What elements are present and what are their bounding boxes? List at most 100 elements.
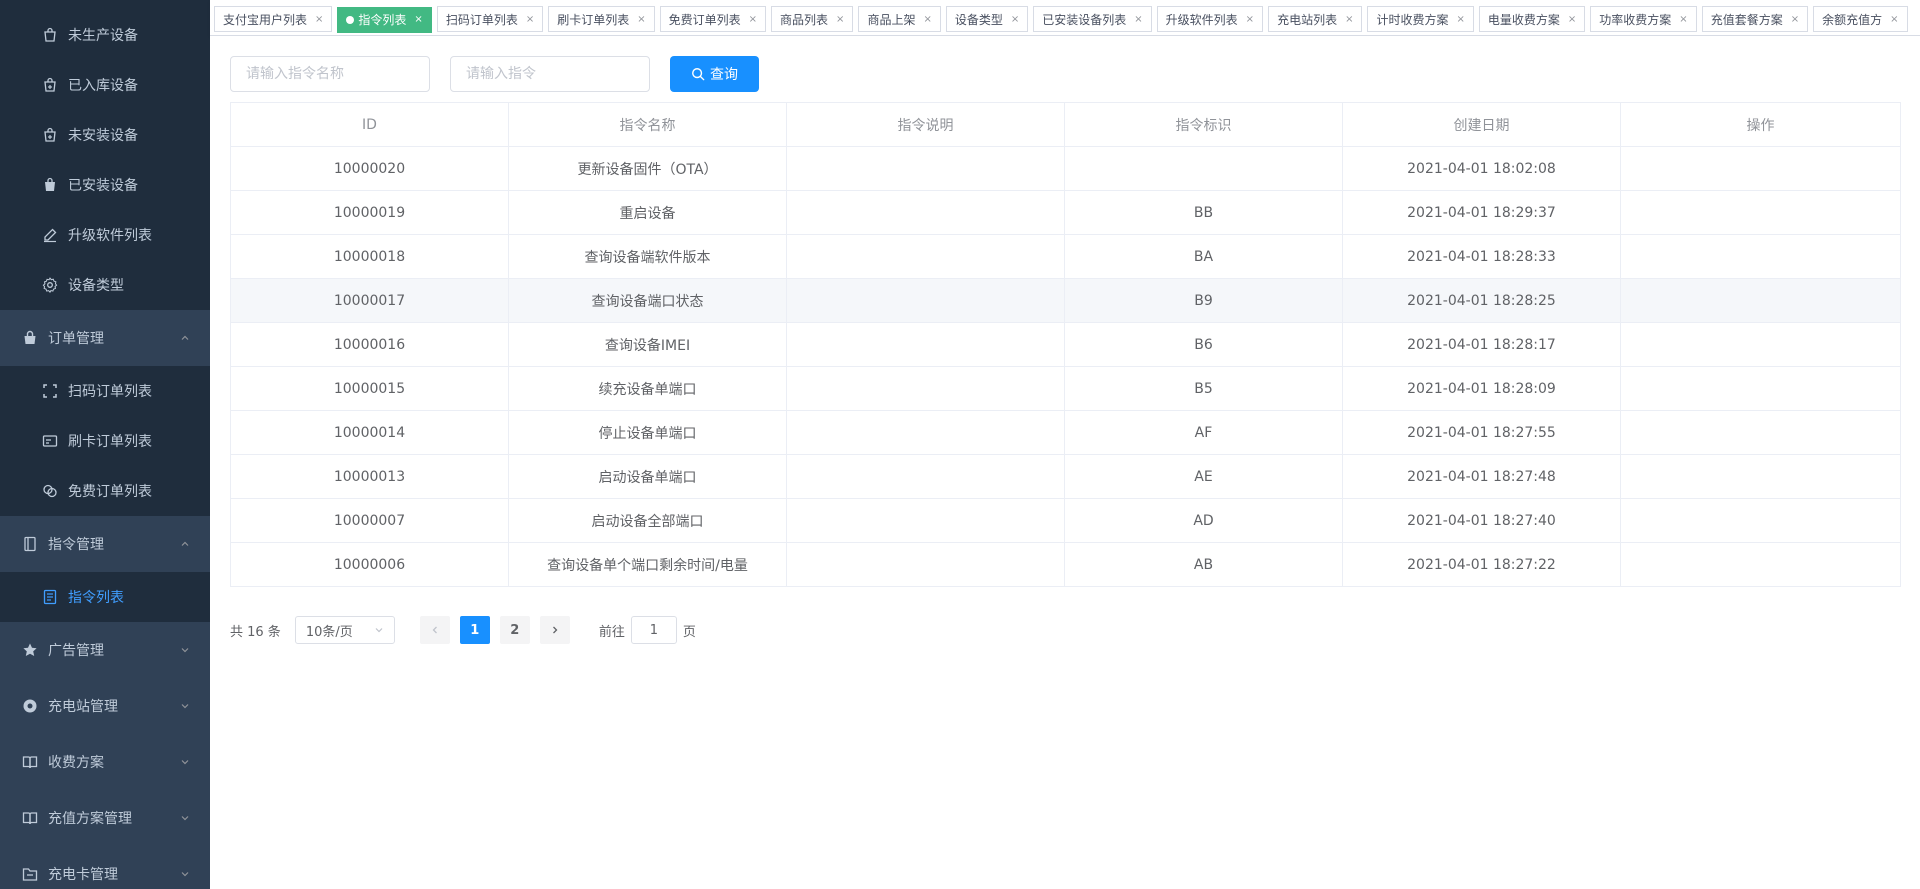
query-button[interactable]: 查询 bbox=[670, 56, 759, 92]
table-row[interactable]: 10000018 查询设备端软件版本 BA 2021-04-01 18:28:33 bbox=[230, 234, 1901, 279]
close-icon[interactable]: × bbox=[1134, 14, 1142, 25]
page-jump-suffix: 页 bbox=[682, 624, 696, 640]
sidebar-item-label: 扫码订单列表 bbox=[68, 384, 152, 400]
sidebar-group-10[interactable]: 指令管理 bbox=[0, 516, 210, 572]
table-row[interactable]: 10000016 查询设备IMEI B6 2021-04-01 18:28:17 bbox=[230, 322, 1901, 367]
page-number-button[interactable]: 1 bbox=[459, 616, 490, 644]
close-icon[interactable]: × bbox=[1246, 14, 1254, 25]
close-icon[interactable]: × bbox=[1791, 14, 1799, 25]
table-cell bbox=[1620, 190, 1901, 235]
sidebar-group-13[interactable]: 充电站管理 bbox=[0, 678, 210, 734]
close-icon[interactable]: × bbox=[414, 14, 422, 25]
command-name-input[interactable] bbox=[230, 56, 430, 92]
table-row[interactable]: 10000019 重启设备 BB 2021-04-01 18:29:37 bbox=[230, 190, 1901, 235]
sidebar-item-9[interactable]: 免费订单列表 bbox=[0, 466, 210, 516]
tag-label: 指令列表 bbox=[358, 13, 407, 27]
table-cell: B6 bbox=[1064, 322, 1343, 367]
chevron-down-icon bbox=[180, 869, 190, 879]
sidebar-group-12[interactable]: 广告管理 bbox=[0, 622, 210, 678]
tag-label: 余额充值方 bbox=[1822, 12, 1883, 27]
table-cell bbox=[786, 366, 1065, 411]
tag-label: 扫码订单列表 bbox=[445, 12, 518, 27]
table-cell: 2021-04-01 18:29:37 bbox=[1342, 190, 1621, 235]
close-icon[interactable]: × bbox=[1890, 14, 1898, 25]
page-number-button[interactable]: 2 bbox=[499, 616, 530, 644]
table-cell: 启动设备全部端口 bbox=[508, 498, 787, 543]
scan-frame-icon bbox=[42, 383, 58, 399]
search-bar: 查询 bbox=[230, 56, 759, 92]
chevron-down-icon bbox=[180, 645, 190, 655]
table-row[interactable]: 10000014 停止设备单端口 AF 2021-04-01 18:27:55 bbox=[230, 410, 1901, 455]
tag-label: 商品上架 bbox=[867, 12, 916, 27]
close-icon[interactable]: × bbox=[1345, 14, 1353, 25]
table-row[interactable]: 10000006 查询设备单个端口剩余时间/电量 AB 2021-04-01 18:2… bbox=[230, 542, 1901, 587]
sidebar-group-14[interactable]: 收费方案 bbox=[0, 734, 210, 790]
column-header: 指令说明 bbox=[786, 102, 1065, 147]
tag-14[interactable]: 充值套餐方案 × bbox=[1701, 6, 1809, 32]
table-cell bbox=[1620, 146, 1901, 191]
command-input[interactable] bbox=[450, 56, 650, 92]
close-icon[interactable]: × bbox=[749, 14, 757, 25]
tag-6[interactable]: 商品上架 × bbox=[858, 6, 941, 32]
sidebar-item-8[interactable]: 刷卡订单列表 bbox=[0, 416, 210, 466]
tag-5[interactable]: 商品列表 × bbox=[771, 6, 854, 32]
close-icon[interactable]: × bbox=[526, 14, 534, 25]
close-icon[interactable]: × bbox=[1679, 14, 1687, 25]
sidebar-item-1[interactable]: 已入库设备 bbox=[0, 60, 210, 110]
sidebar-item-4[interactable]: 升级软件列表 bbox=[0, 210, 210, 260]
close-icon[interactable]: × bbox=[1568, 14, 1576, 25]
table-row[interactable]: 10000015 续充设备单端口 B5 2021-04-01 18:28:09 bbox=[230, 366, 1901, 411]
tag-label: 计时收费方案 bbox=[1376, 12, 1449, 27]
sidebar-item-label: 设备类型 bbox=[68, 278, 124, 294]
close-icon[interactable]: × bbox=[1011, 14, 1019, 25]
tag-13[interactable]: 功率收费方案 × bbox=[1590, 6, 1697, 32]
close-icon[interactable]: × bbox=[315, 14, 323, 25]
table-row[interactable]: 10000007 启动设备全部端口 AD 2021-04-01 18:27:40 bbox=[230, 498, 1901, 543]
tag-15[interactable]: 余额充值方 × bbox=[1813, 6, 1908, 32]
tag-0[interactable]: 支付宝用户列表 × bbox=[214, 6, 333, 32]
open-book-icon bbox=[22, 810, 38, 826]
page-jump-input[interactable] bbox=[630, 616, 677, 644]
page-size-select[interactable]: 10条/页 bbox=[294, 616, 395, 644]
table-cell: 查询设备IMEI bbox=[508, 322, 787, 367]
table-cell bbox=[1620, 410, 1901, 455]
star-icon bbox=[22, 642, 38, 658]
close-icon[interactable]: × bbox=[637, 14, 645, 25]
tag-label: 充值套餐方案 bbox=[1710, 12, 1783, 27]
document-list-icon bbox=[42, 589, 58, 605]
sidebar-item-label: 已安装设备 bbox=[68, 178, 138, 194]
sidebar-item-2[interactable]: 未安装设备 bbox=[0, 110, 210, 160]
sidebar-item-0[interactable]: 未生产设备 bbox=[0, 10, 210, 60]
tag-11[interactable]: 计时收费方案 × bbox=[1367, 6, 1474, 32]
sidebar-group-16[interactable]: 充电卡管理 bbox=[0, 846, 210, 889]
tag-2[interactable]: 扫码订单列表 × bbox=[436, 6, 544, 32]
sidebar-item-3[interactable]: 已安装设备 bbox=[0, 160, 210, 210]
table-cell: 10000020 bbox=[230, 146, 509, 191]
tag-7[interactable]: 设备类型 × bbox=[945, 6, 1029, 32]
tag-12[interactable]: 电量收费方案 × bbox=[1478, 6, 1586, 32]
tag-8[interactable]: 已安装设备列表 × bbox=[1033, 6, 1152, 32]
sidebar-item-5[interactable]: 设备类型 bbox=[0, 260, 210, 310]
sidebar-group-15[interactable]: 充值方案管理 bbox=[0, 790, 210, 846]
sidebar-item-11[interactable]: 指令列表 bbox=[0, 572, 210, 622]
next-page-button[interactable] bbox=[539, 616, 570, 644]
table-cell bbox=[1620, 322, 1901, 367]
prev-page-button[interactable] bbox=[419, 616, 450, 644]
main-content: 查询 ID指令名称指令说明指令标识创建日期操作 10000020更新设备固件（O… bbox=[210, 36, 1920, 889]
sidebar-group-6[interactable]: 订单管理 bbox=[0, 310, 210, 366]
tag-label: 充电站列表 bbox=[1277, 12, 1338, 27]
tag-1[interactable]: 指令列表 × bbox=[337, 6, 432, 33]
tag-10[interactable]: 充电站列表 × bbox=[1268, 6, 1363, 32]
close-icon[interactable]: × bbox=[836, 14, 844, 25]
table-row[interactable]: 10000020 更新设备固件（OTA） 2021-04-01 18:02:08 bbox=[230, 146, 1901, 191]
close-icon[interactable]: × bbox=[1456, 14, 1464, 25]
tag-label: 电量收费方案 bbox=[1487, 12, 1560, 27]
sidebar-top-strip bbox=[0, 0, 210, 10]
tag-3[interactable]: 刷卡订单列表 × bbox=[548, 6, 655, 32]
tag-9[interactable]: 升级软件列表 × bbox=[1156, 6, 1264, 32]
table-row[interactable]: 10000013 启动设备单端口 AE 2021-04-01 18:27:48 bbox=[230, 454, 1901, 499]
tag-4[interactable]: 免费订单列表 × bbox=[659, 6, 767, 32]
table-row[interactable]: 10000017 查询设备端口状态 B9 2021-04-01 18:28:25 bbox=[230, 278, 1901, 323]
close-icon[interactable]: × bbox=[923, 14, 931, 25]
sidebar-item-7[interactable]: 扫码订单列表 bbox=[0, 366, 210, 416]
